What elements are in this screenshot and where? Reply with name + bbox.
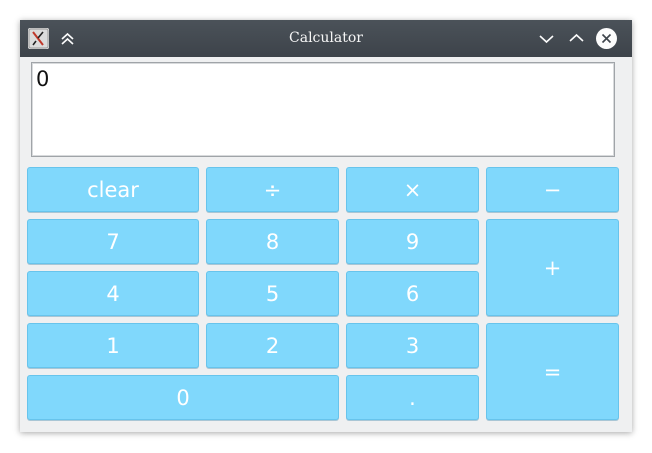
- digit-4-button[interactable]: 4: [27, 271, 199, 316]
- title-bar[interactable]: Calculator: [20, 20, 632, 57]
- multiply-button[interactable]: ×: [346, 167, 479, 212]
- divide-button[interactable]: ÷: [206, 167, 339, 212]
- digit-8-button[interactable]: 8: [206, 219, 339, 264]
- digit-6-button[interactable]: 6: [346, 271, 479, 316]
- equals-button[interactable]: =: [486, 323, 619, 420]
- digit-1-button[interactable]: 1: [27, 323, 199, 368]
- window-bottom-edge: [20, 426, 632, 432]
- subtract-button[interactable]: −: [486, 167, 619, 212]
- minimize-icon[interactable]: [536, 28, 557, 49]
- digit-9-button[interactable]: 9: [346, 219, 479, 264]
- digit-7-button[interactable]: 7: [27, 219, 199, 264]
- maximize-icon[interactable]: [566, 28, 587, 49]
- decimal-button[interactable]: .: [346, 375, 479, 420]
- result-display: 0: [31, 62, 615, 157]
- digit-0-button[interactable]: 0: [27, 375, 339, 420]
- calculator-app-icon[interactable]: [28, 28, 49, 49]
- display-value: 0: [36, 67, 50, 91]
- digit-5-button[interactable]: 5: [206, 271, 339, 316]
- clear-button[interactable]: clear: [27, 167, 199, 212]
- close-icon[interactable]: [596, 28, 617, 49]
- keep-above-icon[interactable]: [57, 28, 78, 49]
- digit-3-button[interactable]: 3: [346, 323, 479, 368]
- digit-2-button[interactable]: 2: [206, 323, 339, 368]
- calculator-window: Calculator 0 clear ÷ × − 7 8 9 + 4 5 6 1…: [20, 20, 632, 432]
- add-button[interactable]: +: [486, 219, 619, 316]
